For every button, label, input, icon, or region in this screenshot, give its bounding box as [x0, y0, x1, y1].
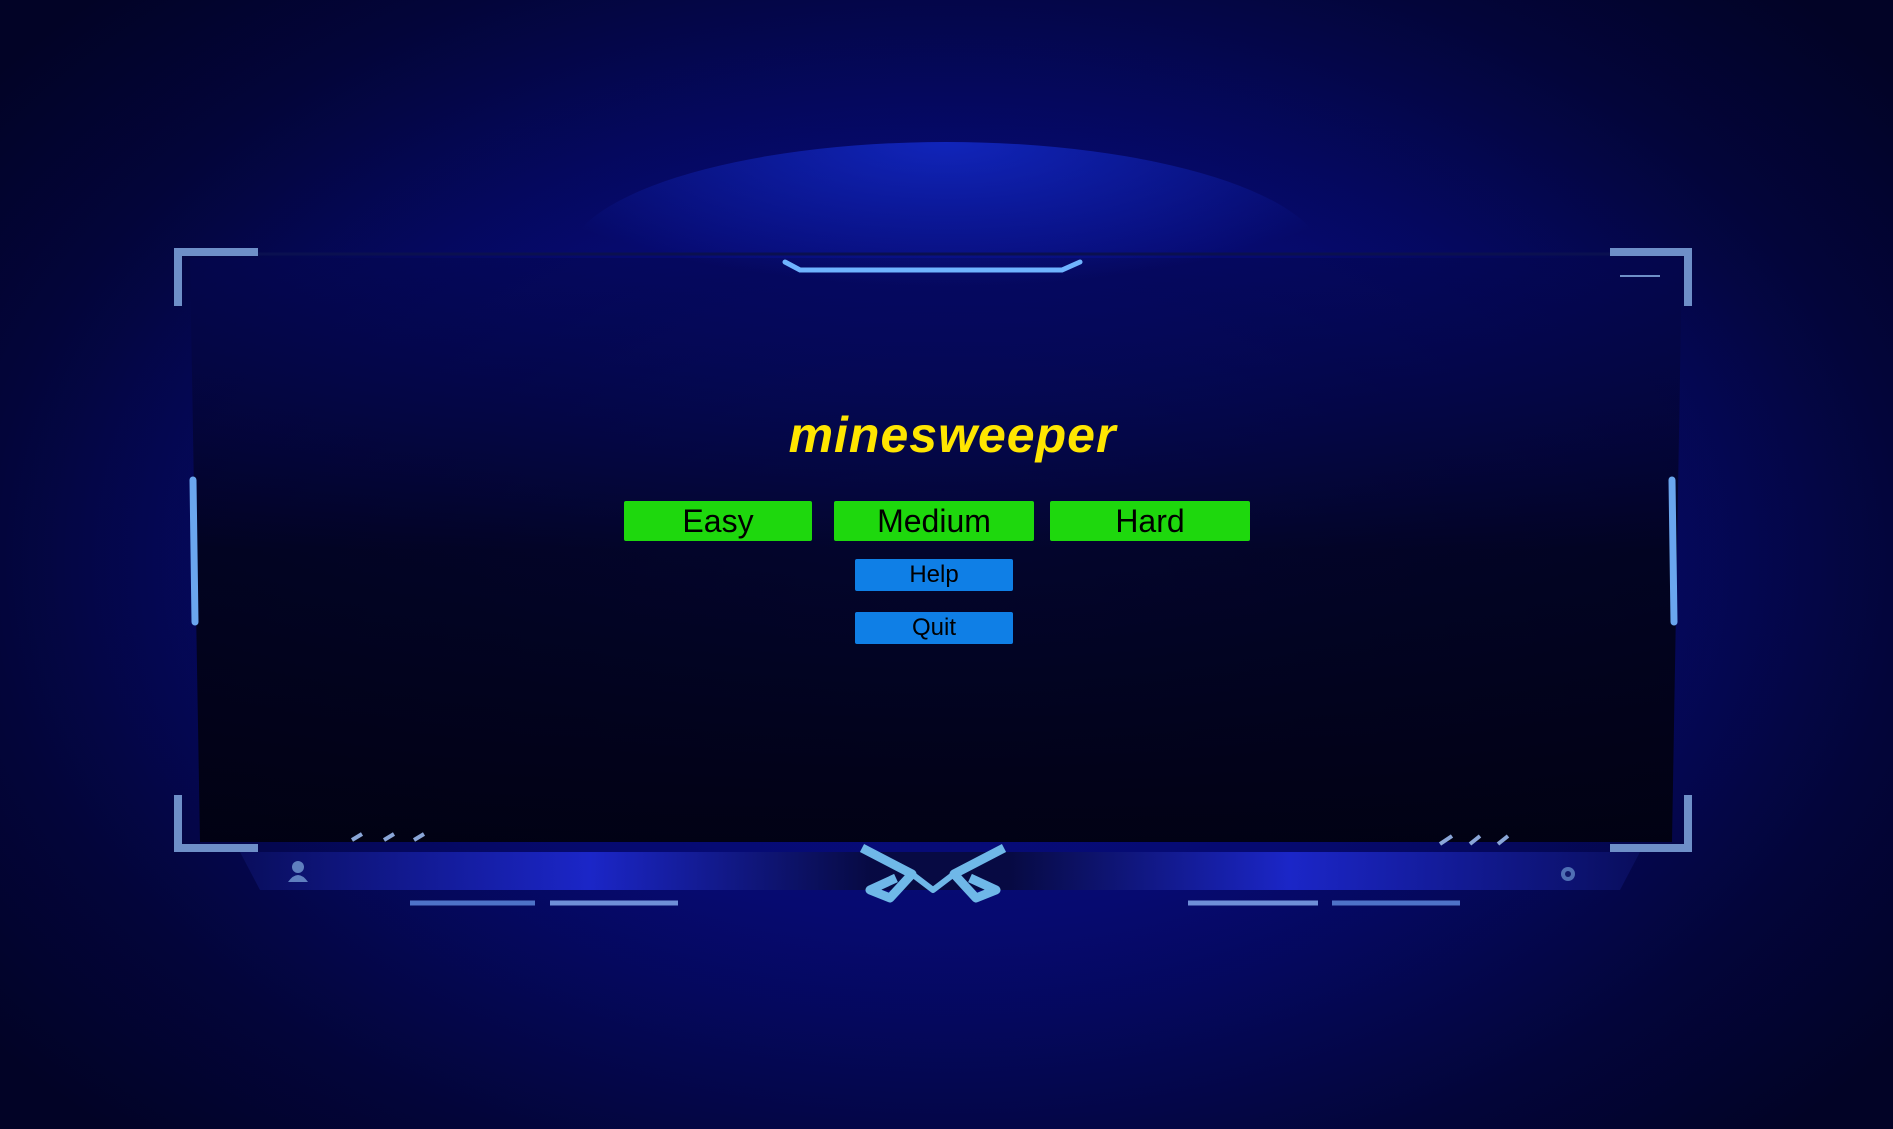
settings-icon	[1561, 867, 1575, 881]
easy-button[interactable]: Easy	[624, 501, 812, 541]
game-title: minesweeper	[788, 407, 1117, 463]
frame-right-accent	[1668, 476, 1678, 626]
frame-left-accent	[189, 476, 199, 626]
hard-button[interactable]: Hard	[1050, 501, 1250, 541]
quit-button[interactable]: Quit	[855, 612, 1013, 644]
panel-top-glow	[566, 142, 1326, 382]
help-button[interactable]: Help	[855, 559, 1013, 591]
medium-button[interactable]: Medium	[834, 501, 1034, 541]
